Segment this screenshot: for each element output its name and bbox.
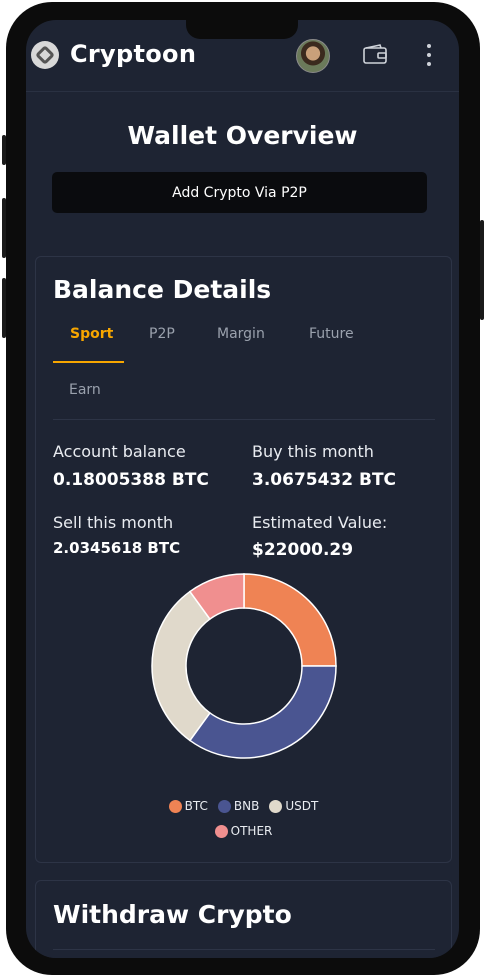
divider <box>53 949 435 950</box>
balance-details-card: Balance Details Sport P2P Margin Future … <box>35 256 452 863</box>
more-vertical-icon[interactable] <box>426 44 432 66</box>
active-tab-indicator <box>53 361 124 363</box>
withdraw-crypto-title: Withdraw Crypto <box>53 900 292 929</box>
volume-down-button <box>2 278 6 338</box>
tab-p2p[interactable]: P2P <box>149 326 175 342</box>
tab-future[interactable]: Future <box>309 326 354 342</box>
legend-label: OTHER <box>230 824 273 838</box>
volume-up-button <box>2 198 6 258</box>
chart-legend: BTC BNB USDT <box>36 799 451 813</box>
legend-swatch <box>168 799 182 813</box>
donut-slice-btc[interactable] <box>243 573 337 667</box>
notch <box>186 20 298 39</box>
donut-slice-usdt[interactable] <box>151 590 211 742</box>
estimated-value-label: Estimated Value: <box>252 513 388 532</box>
buy-this-month-label: Buy this month <box>252 442 374 461</box>
legend-item-usdt[interactable]: USDT <box>269 799 318 813</box>
power-button <box>480 220 484 320</box>
legend-label: BTC <box>184 799 208 813</box>
legend-swatch <box>217 799 231 813</box>
user-avatar[interactable] <box>296 39 330 73</box>
legend-item-bnb[interactable]: BNB <box>217 799 260 813</box>
mute-switch <box>2 135 6 165</box>
balance-details-title: Balance Details <box>53 275 272 304</box>
estimated-value: $22000.29 <box>252 540 354 560</box>
withdraw-crypto-card: Withdraw Crypto <box>35 880 452 958</box>
wallet-icon[interactable] <box>363 44 387 64</box>
legend-item-btc[interactable]: BTC <box>168 799 208 813</box>
legend-item-other[interactable]: OTHER <box>214 824 273 838</box>
account-balance-value: 0.18005388 BTC <box>53 470 209 490</box>
add-crypto-p2p-button[interactable]: Add Crypto Via P2P <box>52 172 427 213</box>
cryptoon-logo-icon[interactable] <box>31 41 59 69</box>
legend-label: BNB <box>233 799 260 813</box>
tab-margin[interactable]: Margin <box>217 326 265 342</box>
tab-earn[interactable]: Earn <box>69 382 101 398</box>
sell-this-month-value: 2.0345618 BTC <box>53 539 181 557</box>
page-title: Wallet Overview <box>127 121 358 150</box>
balance-tabs: Sport P2P Margin Future Earn <box>53 317 435 420</box>
chart-legend-row-2: OTHER <box>36 824 451 838</box>
balance-donut-chart <box>151 573 337 759</box>
legend-swatch <box>269 799 283 813</box>
brand-name[interactable]: Cryptoon <box>70 40 196 68</box>
legend-swatch <box>214 824 228 838</box>
screen: Cryptoon Wallet Overview Add Crypto Via … <box>26 20 459 958</box>
tab-sport[interactable]: Sport <box>70 326 113 342</box>
account-balance-label: Account balance <box>53 442 186 461</box>
donut-slice-bnb[interactable] <box>188 665 337 759</box>
sell-this-month-label: Sell this month <box>53 513 174 532</box>
buy-this-month-value: 3.0675432 BTC <box>252 470 397 490</box>
legend-label: USDT <box>285 799 319 813</box>
